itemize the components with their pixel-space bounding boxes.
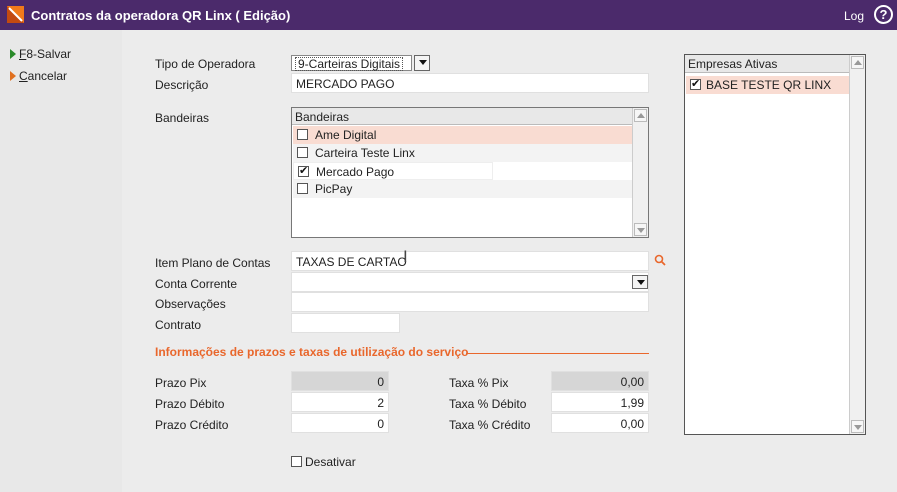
search-icon[interactable]: [654, 254, 666, 266]
chevron-down-icon[interactable]: [414, 55, 430, 71]
list-item[interactable]: Carteira Teste Linx: [293, 144, 632, 162]
divider: [466, 353, 649, 354]
scroll-down-icon[interactable]: [634, 223, 647, 236]
save-button[interactable]: F8-Salvar: [10, 47, 71, 61]
bandeiras-label: Bandeiras: [155, 111, 210, 125]
list-item[interactable]: BASE TESTE QR LINX: [686, 76, 850, 94]
title-bar: Contratos da operadora QR Linx ( Edição)…: [0, 0, 897, 30]
scroll-up-icon[interactable]: [634, 109, 647, 122]
empresas-ativas-list[interactable]: Empresas Ativas BASE TESTE QR LINX: [684, 54, 866, 435]
taxa-credito-label: Taxa % Crédito: [449, 418, 531, 432]
desativar-checkbox[interactable]: Desativar: [291, 455, 356, 469]
play-icon: [10, 49, 16, 59]
list-item[interactable]: PicPay: [293, 180, 632, 198]
scroll-down-icon[interactable]: [851, 420, 864, 433]
checkbox[interactable]: [291, 456, 302, 467]
checkbox[interactable]: [690, 77, 701, 90]
observacoes-input[interactable]: [291, 292, 649, 312]
item-plano-contas-input[interactable]: TAXAS DE CARTAO: [291, 251, 649, 271]
window-title: Contratos da operadora QR Linx ( Edição): [31, 8, 291, 23]
scrollbar[interactable]: [632, 108, 648, 237]
tipo-operadora-label: Tipo de Operadora: [155, 57, 256, 71]
scrollbar[interactable]: [849, 55, 865, 434]
contrato-label: Contrato: [155, 318, 202, 332]
conta-corrente-select[interactable]: [291, 272, 649, 292]
taxa-credito-input[interactable]: 0,00: [551, 413, 649, 433]
section-title: Informações de prazos e taxas de utiliza…: [155, 345, 469, 359]
sidebar: F8-Salvar Cancelar: [0, 30, 122, 492]
taxa-pix-input: 0,00: [551, 371, 649, 391]
contrato-input[interactable]: [291, 313, 400, 333]
scroll-up-icon[interactable]: [851, 56, 864, 69]
prazo-pix-label: Prazo Pix: [155, 376, 207, 390]
taxa-debito-label: Taxa % Débito: [449, 397, 527, 411]
prazo-credito-label: Prazo Crédito: [155, 418, 229, 432]
prazo-debito-label: Prazo Débito: [155, 397, 225, 411]
checkbox[interactable]: [297, 129, 308, 140]
conta-corrente-label: Conta Corrente: [155, 277, 238, 291]
taxa-pix-label: Taxa % Pix: [449, 376, 509, 390]
bandeiras-list-header: Bandeiras: [292, 108, 632, 125]
help-icon[interactable]: ?: [874, 5, 893, 24]
text-cursor-icon: I: [403, 247, 408, 266]
checkbox[interactable]: [297, 147, 308, 158]
bandeiras-list[interactable]: Bandeiras Ame Digital Carteira Teste Lin…: [291, 107, 649, 238]
descricao-input[interactable]: MERCADO PAGO: [291, 73, 649, 93]
item-plano-contas-label: Item Plano de Contas: [155, 256, 271, 270]
descricao-label: Descrição: [155, 78, 209, 92]
cancel-button[interactable]: Cancelar: [10, 69, 67, 83]
taxa-debito-input[interactable]: 1,99: [551, 392, 649, 412]
checkbox[interactable]: [298, 164, 309, 177]
empresas-ativas-header: Empresas Ativas: [685, 55, 849, 73]
list-item[interactable]: Ame Digital: [293, 126, 632, 144]
observacoes-label: Observações: [155, 297, 226, 311]
play-icon: [10, 71, 16, 81]
prazo-pix-input: 0: [291, 371, 389, 391]
app-logo-icon: [7, 6, 24, 23]
tipo-operadora-select[interactable]: 9-Carteiras Digitais: [291, 55, 412, 71]
list-item[interactable]: Mercado Pago: [293, 162, 493, 180]
prazo-credito-input[interactable]: 0: [291, 413, 389, 433]
log-button[interactable]: Log: [844, 9, 864, 23]
prazo-debito-input[interactable]: 2: [291, 392, 389, 412]
chevron-down-icon[interactable]: [632, 275, 648, 289]
checkbox[interactable]: [297, 183, 308, 194]
